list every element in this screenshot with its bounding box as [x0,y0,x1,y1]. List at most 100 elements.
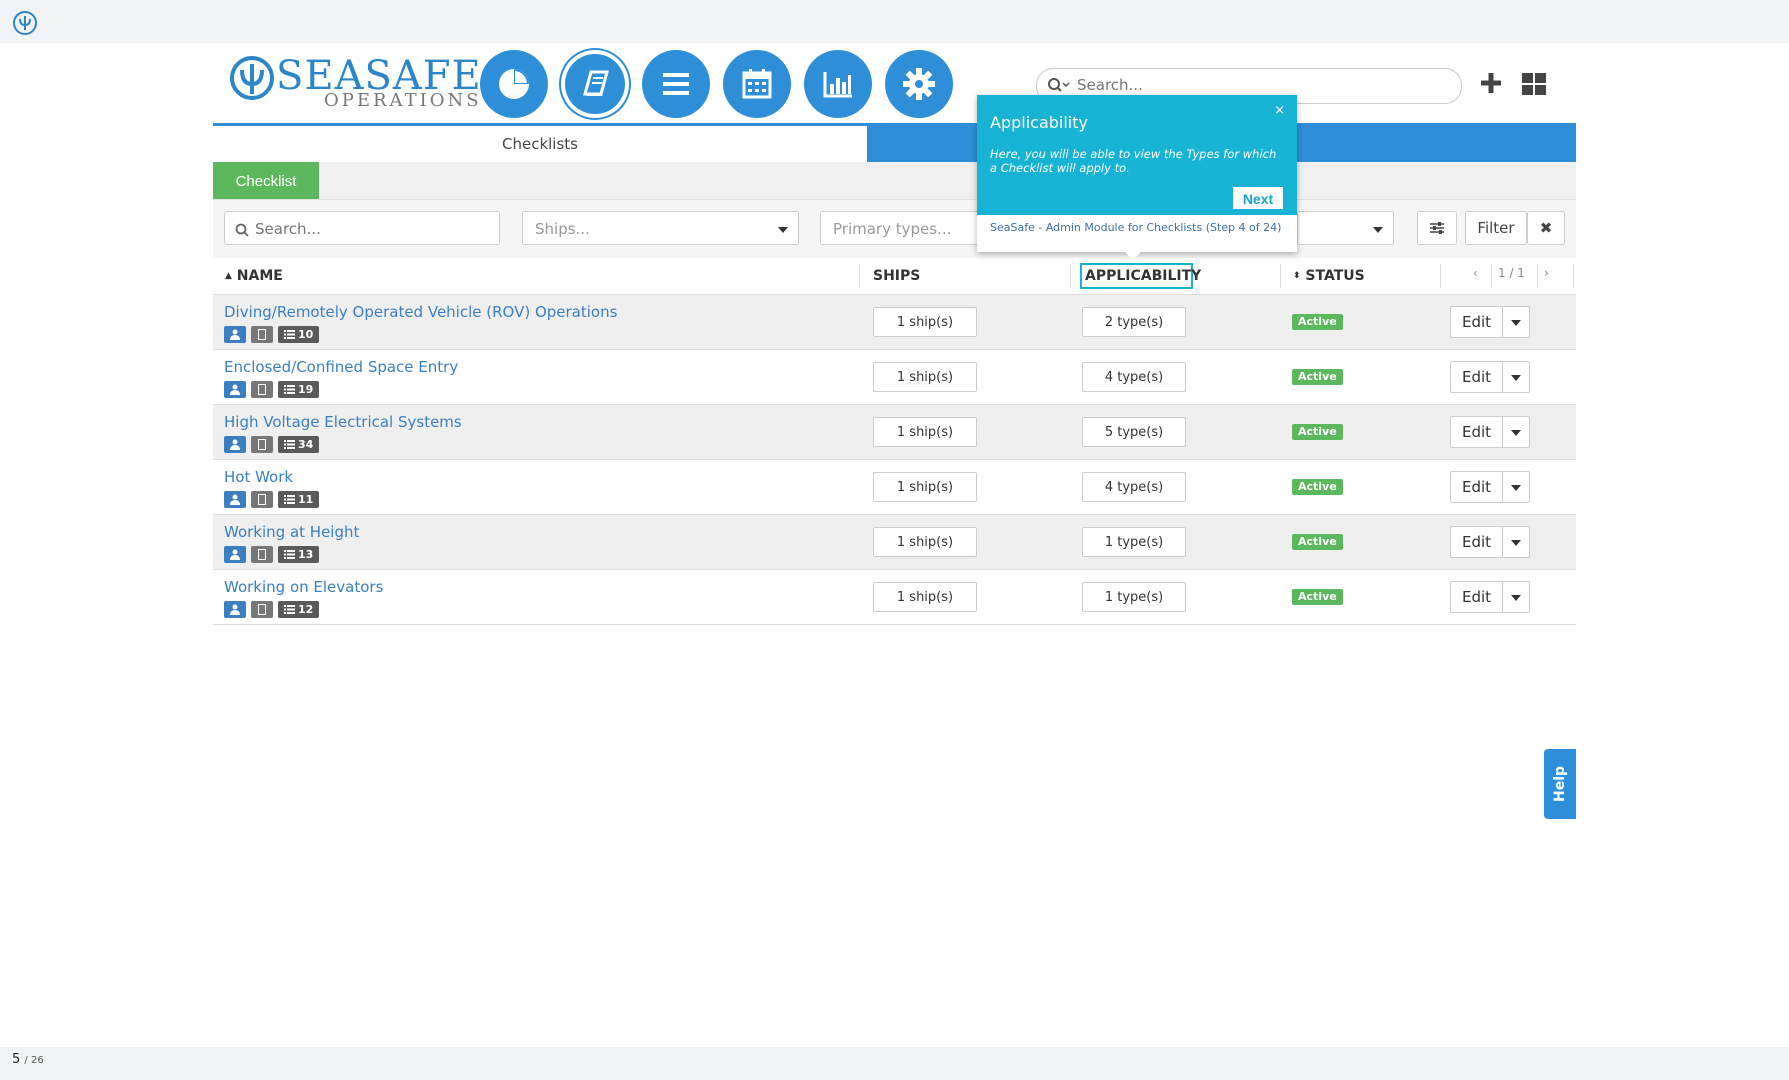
column-divider [1537,264,1538,288]
list-icon [284,330,295,339]
apps-grid-icon[interactable] [1522,73,1546,95]
status-badge: Active [1292,589,1343,605]
edit-dropdown-button[interactable] [1503,361,1530,393]
filter-button[interactable]: Filter [1465,211,1527,245]
nav-checklists-button[interactable] [561,50,629,118]
tab-checklists[interactable]: Checklists [213,126,867,165]
page-indicator: 5 / 26 [12,1052,44,1067]
ships-button[interactable]: 1 ship(s) [873,417,977,447]
edit-button[interactable]: Edit [1450,416,1503,448]
chevron-down-icon [1373,227,1383,233]
column-divider [859,264,860,288]
applicability-button[interactable]: 4 type(s) [1082,362,1186,392]
applicability-button[interactable]: 1 type(s) [1082,582,1186,612]
question-count-badge: 10 [278,326,320,343]
tour-next-button[interactable]: Next [1233,187,1283,209]
user-icon [224,326,246,343]
clear-filter-button[interactable]: ✖ [1527,211,1565,245]
chevron-down-icon [1511,430,1521,436]
column-divider [1280,264,1281,288]
edit-button[interactable]: Edit [1450,471,1503,503]
table-header: ▲ NAME SHIPS ⬍ STATUS ‹ 1 / 1 › [213,258,1576,296]
edit-dropdown-button[interactable] [1503,416,1530,448]
checklist-name-link[interactable]: Enclosed/Confined Space Entry [224,358,458,376]
list-icon [284,385,295,394]
table-row: Hot Work 11 1 ship(s) 4 type(s) Active Edit [213,460,1576,515]
trident-logo-icon[interactable] [12,10,38,36]
ships-button[interactable]: 1 ship(s) [873,472,977,502]
seasafe-logo-icon[interactable] [228,54,280,106]
row-badges: 13 [224,546,320,563]
primary-types-select[interactable]: Primary types... [820,211,980,245]
column-divider [1491,264,1492,288]
menu-icon [663,73,689,95]
applicability-button[interactable]: 5 type(s) [1082,417,1186,447]
applicability-button[interactable]: 2 type(s) [1082,307,1186,337]
edit-dropdown-button[interactable] [1503,581,1530,613]
advanced-filter-button[interactable] [1417,211,1457,245]
applicability-header-highlight[interactable]: APPLICABILITY [1080,263,1201,289]
chevron-down-icon [1511,320,1521,326]
table-row: Enclosed/Confined Space Entry 19 1 ship(s)… [213,350,1576,405]
question-count: 19 [298,383,314,396]
edit-button-group: Edit [1450,471,1530,503]
question-count: 11 [298,493,314,506]
tour-body: Here, you will be able to view the Types… [990,147,1277,175]
checklist-name-link[interactable]: Diving/Remotely Operated Vehicle (ROV) O… [224,303,617,321]
user-icon [224,601,246,618]
checklist-name-link[interactable]: Hot Work [224,468,293,486]
edit-button[interactable]: Edit [1450,581,1503,613]
applicability-button[interactable]: 4 type(s) [1082,472,1186,502]
name-search-input[interactable] [253,219,479,239]
document-icon [251,381,273,398]
status-select[interactable] [1297,211,1394,245]
sort-status-header[interactable]: ⬍ STATUS [1293,268,1365,284]
edit-dropdown-button[interactable] [1503,526,1530,558]
tour-tooltip: Applicability × Here, you will be able t… [977,95,1297,252]
row-badges: 12 [224,601,320,618]
table-row: High Voltage Electrical Systems 34 1 ship(… [213,405,1576,460]
total-pages: / 26 [24,1055,44,1066]
document-icon [251,491,273,508]
column-divider [1573,264,1574,288]
prev-page-button[interactable]: ‹ [1473,266,1478,280]
edit-button-group: Edit [1450,581,1530,613]
checklist-name-link[interactable]: Working at Height [224,523,359,541]
global-search-input[interactable] [1075,75,1449,95]
edit-dropdown-button[interactable] [1503,471,1530,503]
next-page-button[interactable]: › [1544,266,1549,280]
plus-icon[interactable] [1480,72,1502,94]
edit-button[interactable]: Edit [1450,526,1503,558]
nav-list-button[interactable] [642,50,710,118]
search-icon [1048,78,1070,92]
close-icon[interactable]: × [1274,103,1285,118]
edit-dropdown-button[interactable] [1503,306,1530,338]
ships-button[interactable]: 1 ship(s) [873,527,977,557]
table-row: Diving/Remotely Operated Vehicle (ROV) O… [213,295,1576,350]
brand-subtitle: OPERATIONS [324,90,482,111]
nav-calendar-button[interactable] [723,50,791,118]
ships-button[interactable]: 1 ship(s) [873,362,977,392]
edit-button[interactable]: Edit [1450,361,1503,393]
help-button[interactable]: Help [1544,749,1576,819]
document-icon [251,546,273,563]
checklist-name-link[interactable]: High Voltage Electrical Systems [224,413,462,431]
nav-reports-button[interactable] [804,50,872,118]
nav-settings-button[interactable] [885,50,953,118]
sort-name-header[interactable]: ▲ NAME [225,268,283,284]
applicability-button[interactable]: 1 type(s) [1082,527,1186,557]
question-count-badge: 19 [278,381,320,398]
ships-button[interactable]: 1 ship(s) [873,582,977,612]
question-count: 34 [298,438,314,451]
nav-dashboard-button[interactable] [480,50,548,118]
search-icon [235,223,249,237]
edit-button[interactable]: Edit [1450,306,1503,338]
checklist-name-link[interactable]: Working on Elevators [224,578,383,596]
checklist-button[interactable]: Checklist [213,162,319,199]
name-search-field[interactable] [224,211,500,245]
status-badge: Active [1292,534,1343,550]
ships-button[interactable]: 1 ship(s) [873,307,977,337]
help-label: Help [1552,765,1569,803]
ships-select[interactable]: Ships... [522,211,799,245]
tour-title: Applicability [990,113,1088,132]
